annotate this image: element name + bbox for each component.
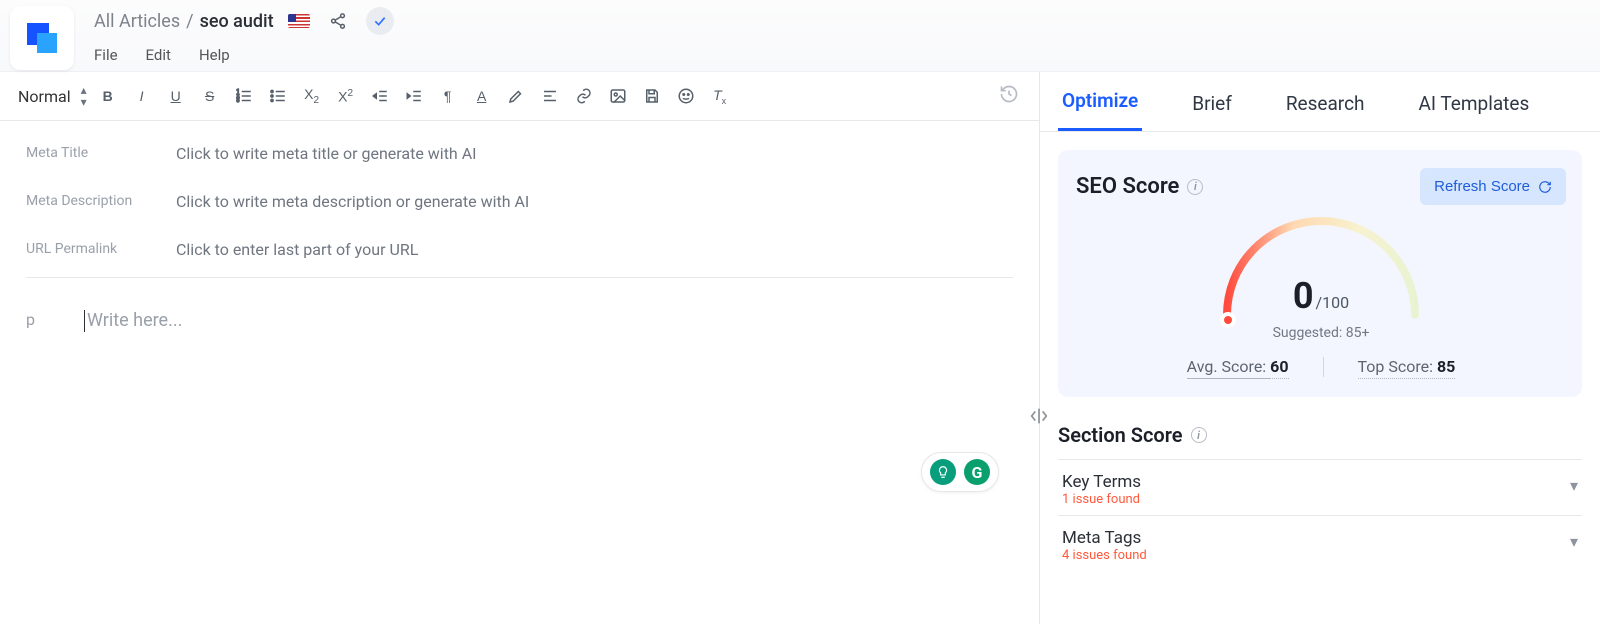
- editor-body[interactable]: p Write here...: [0, 282, 1039, 360]
- seo-score-of: /100: [1316, 293, 1350, 312]
- saved-check-icon[interactable]: [366, 7, 394, 35]
- editor-toolbar: Normal ▴▾ B I U S 123 X2 X2 ¶ A: [0, 72, 1039, 121]
- text-cursor: [84, 310, 85, 332]
- select-updown-icon: ▴▾: [81, 84, 87, 108]
- top-bar: All Articles / seo audit File Edit Help: [0, 0, 1600, 72]
- panel-tabs: Optimize Brief Research AI Templates: [1040, 72, 1600, 132]
- subscript-icon[interactable]: X2: [301, 85, 323, 107]
- menu-file[interactable]: File: [94, 46, 118, 64]
- seo-suggested: Suggested: 85+: [1273, 325, 1370, 341]
- refresh-icon: [1538, 180, 1552, 194]
- section-item-sub: 1 issue found: [1062, 492, 1141, 507]
- strike-icon[interactable]: S: [199, 85, 221, 107]
- outdent-icon[interactable]: [369, 85, 391, 107]
- top-score[interactable]: Top Score: 85: [1358, 357, 1456, 379]
- chevron-down-icon: ▾: [1570, 476, 1578, 495]
- section-item-sub: 4 issues found: [1062, 548, 1147, 563]
- refresh-score-button[interactable]: Refresh Score: [1420, 168, 1566, 205]
- save-icon[interactable]: [641, 85, 663, 107]
- seo-score-heading: SEO Score i: [1076, 174, 1203, 199]
- emoji-icon[interactable]: [675, 85, 697, 107]
- indent-icon[interactable]: [403, 85, 425, 107]
- grammarly-g-icon[interactable]: G: [964, 459, 990, 485]
- breadcrumb-root[interactable]: All Articles: [94, 11, 180, 32]
- svg-text:3: 3: [236, 98, 239, 104]
- editor-pane: Normal ▴▾ B I U S 123 X2 X2 ¶ A: [0, 72, 1040, 624]
- breadcrumb[interactable]: All Articles / seo audit: [94, 11, 274, 32]
- breadcrumb-area: All Articles / seo audit File Edit Help: [94, 6, 394, 64]
- panel-resize-handle[interactable]: [1025, 402, 1053, 430]
- avg-score[interactable]: Avg. Score: 60: [1187, 357, 1289, 379]
- text-color-icon[interactable]: A: [471, 85, 493, 107]
- block-format-label: Normal: [18, 87, 71, 106]
- section-meta-tags[interactable]: Meta Tags 4 issues found ▾: [1058, 516, 1582, 571]
- section-item-title: Key Terms: [1062, 472, 1141, 492]
- editor-placeholder[interactable]: Write here...: [84, 310, 182, 332]
- share-icon[interactable]: [324, 7, 352, 35]
- meta-url-input[interactable]: Click to enter last part of your URL: [176, 240, 418, 259]
- menu-help[interactable]: Help: [199, 46, 230, 64]
- meta-description-label: Meta Description: [26, 193, 176, 209]
- text-direction-icon[interactable]: ¶: [437, 85, 459, 107]
- meta-description-row[interactable]: Meta Description Click to write meta des…: [26, 177, 1013, 225]
- clear-format-icon[interactable]: Tx: [709, 85, 731, 107]
- link-icon[interactable]: [573, 85, 595, 107]
- breadcrumb-sep: /: [186, 11, 193, 32]
- chevron-down-icon: ▾: [1570, 532, 1578, 551]
- meta-url-label: URL Permalink: [26, 241, 176, 257]
- meta-title-input[interactable]: Click to write meta title or generate wi…: [176, 144, 477, 163]
- meta-description-input[interactable]: Click to write meta description or gener…: [176, 192, 529, 211]
- grammarly-bulb-icon[interactable]: [930, 459, 956, 485]
- highlight-icon[interactable]: [505, 85, 527, 107]
- section-score-heading: Section Score i: [1058, 423, 1582, 447]
- seo-gauge: 0/100 Suggested: 85+ Avg. Score: 60 Top …: [1076, 211, 1566, 379]
- section-key-terms[interactable]: Key Terms 1 issue found ▾: [1058, 460, 1582, 516]
- unordered-list-icon[interactable]: [267, 85, 289, 107]
- seo-score-footer: Avg. Score: 60 Top Score: 85: [1187, 357, 1456, 379]
- breadcrumb-current[interactable]: seo audit: [200, 11, 274, 32]
- section-score: Section Score i Key Terms 1 issue found …: [1058, 423, 1582, 571]
- meta-url-row[interactable]: URL Permalink Click to enter last part o…: [26, 225, 1013, 273]
- image-icon[interactable]: [607, 85, 629, 107]
- block-gutter: p: [26, 310, 84, 332]
- underline-icon[interactable]: U: [165, 85, 187, 107]
- tab-brief[interactable]: Brief: [1188, 92, 1236, 131]
- align-icon[interactable]: [539, 85, 561, 107]
- menu-bar: File Edit Help: [94, 36, 394, 64]
- meta-title-row[interactable]: Meta Title Click to write meta title or …: [26, 129, 1013, 177]
- right-panel: Optimize Brief Research AI Templates SEO…: [1040, 72, 1600, 624]
- menu-edit[interactable]: Edit: [146, 46, 171, 64]
- grammarly-widget[interactable]: G: [921, 452, 999, 492]
- superscript-icon[interactable]: X2: [335, 85, 357, 107]
- bold-icon[interactable]: B: [97, 85, 119, 107]
- tab-ai-templates[interactable]: AI Templates: [1414, 92, 1533, 131]
- tab-research[interactable]: Research: [1282, 92, 1369, 131]
- section-item-title: Meta Tags: [1062, 528, 1147, 548]
- seo-score-value: 0: [1293, 275, 1314, 317]
- ordered-list-icon[interactable]: 123: [233, 85, 255, 107]
- info-icon[interactable]: i: [1187, 179, 1203, 195]
- app-logo[interactable]: [10, 6, 74, 70]
- info-icon[interactable]: i: [1191, 427, 1207, 443]
- locale-flag-us-icon[interactable]: [288, 14, 310, 28]
- tab-optimize[interactable]: Optimize: [1058, 89, 1142, 131]
- seo-score-card: SEO Score i Refresh Score: [1058, 150, 1582, 397]
- block-format-select[interactable]: Normal ▴▾: [18, 84, 87, 108]
- italic-icon[interactable]: I: [131, 85, 153, 107]
- meta-fields: Meta Title Click to write meta title or …: [0, 121, 1039, 282]
- history-icon[interactable]: [999, 84, 1019, 108]
- meta-title-label: Meta Title: [26, 145, 176, 161]
